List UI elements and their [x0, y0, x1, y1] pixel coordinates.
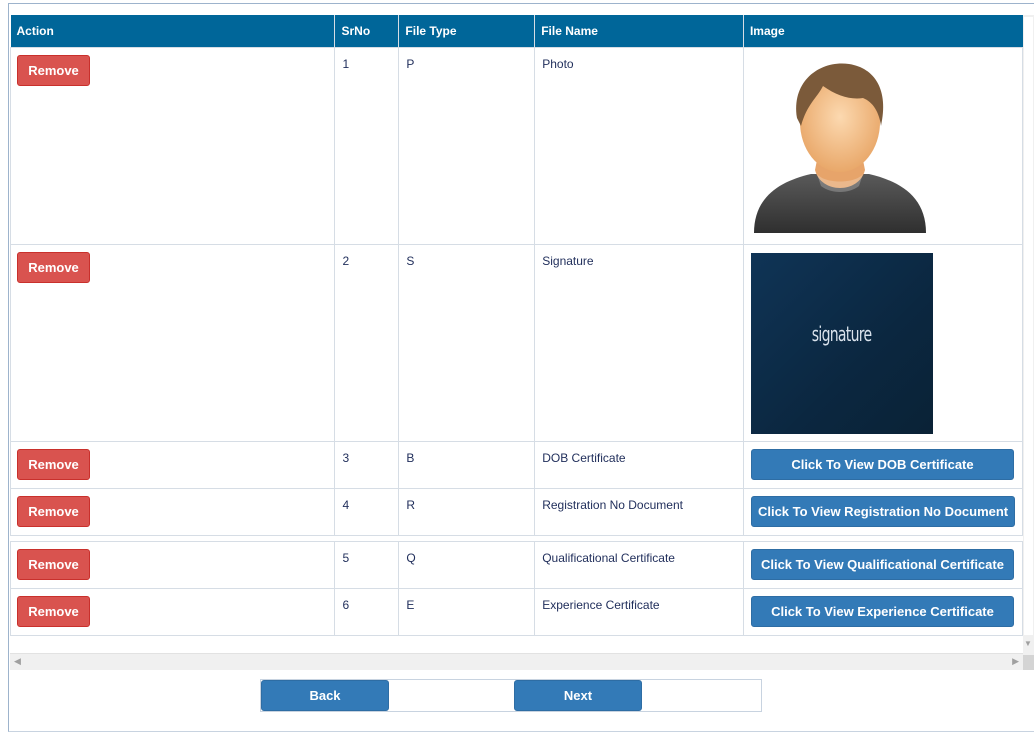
remove-button[interactable]: Remove: [17, 251, 90, 283]
action-cell: Remove: [9, 46, 336, 245]
file-name-cell: DOB Certificate: [534, 440, 744, 489]
remove-button[interactable]: Remove: [17, 595, 90, 627]
remove-button[interactable]: Remove: [17, 448, 90, 480]
file-type-cell: Q: [398, 540, 536, 589]
table-row: Remove 3 B DOB Certificate Click To View…: [9, 440, 1024, 489]
scroll-down-arrow-icon[interactable]: ▼: [1024, 639, 1032, 648]
view-dob-certificate-button[interactable]: Click To View DOB Certificate: [750, 448, 1014, 480]
scroll-right-arrow-icon[interactable]: ▶: [1012, 656, 1019, 667]
table-header-row: Action SrNo File Type File Name Image: [10, 15, 1023, 47]
next-button[interactable]: Next: [514, 680, 642, 711]
image-cell: Click To View Registration No Document: [742, 487, 1024, 536]
view-experience-certificate-button[interactable]: Click To View Experience Certificate: [750, 595, 1014, 627]
action-cell: Remove: [9, 487, 336, 536]
header-action: Action: [10, 15, 336, 47]
vertical-scrollbar-thumb[interactable]: [1024, 17, 1033, 635]
image-cell: [742, 46, 1024, 245]
documents-table: Action SrNo File Type File Name Image Re…: [9, 15, 1024, 636]
srno-cell: 1: [334, 46, 400, 245]
signature-image[interactable]: signature: [750, 252, 933, 434]
header-image: Image: [743, 15, 1023, 47]
action-cell: Remove: [9, 440, 336, 489]
action-cell: Remove: [9, 243, 336, 442]
file-type-cell: E: [398, 587, 536, 636]
remove-button[interactable]: Remove: [17, 495, 90, 527]
srno-cell: 5: [334, 540, 400, 589]
file-name-cell: Signature: [534, 243, 744, 442]
file-type-cell: R: [398, 487, 536, 536]
scroll-left-arrow-icon[interactable]: ◀: [14, 656, 21, 667]
view-qualificational-certificate-button[interactable]: Click To View Qualificational Certificat…: [750, 548, 1014, 580]
srno-cell: 4: [334, 487, 400, 536]
remove-button[interactable]: Remove: [17, 548, 90, 580]
vertical-scrollbar[interactable]: ▼: [1023, 15, 1034, 670]
person-avatar-icon[interactable]: [751, 56, 929, 238]
image-cell: Click To View DOB Certificate: [742, 440, 1024, 489]
signature-image-text: signature: [812, 322, 872, 346]
back-button[interactable]: Back: [261, 680, 389, 711]
file-type-cell: B: [398, 440, 536, 489]
action-cell: Remove: [9, 540, 336, 589]
scrollbar-corner: [1023, 655, 1034, 670]
srno-cell: 6: [334, 587, 400, 636]
remove-button[interactable]: Remove: [17, 54, 90, 86]
table-row: Remove 1 P Photo: [9, 46, 1024, 245]
file-name-cell: Registration No Document: [534, 487, 744, 536]
image-cell: signature: [742, 243, 1024, 442]
table-row: Remove 6 E Experience Certificate Click …: [9, 587, 1024, 636]
header-srno: SrNo: [334, 15, 400, 47]
horizontal-scrollbar[interactable]: ◀ ▶: [10, 653, 1023, 670]
file-type-cell: P: [398, 46, 536, 245]
table-row: Remove 4 R Registration No Document Clic…: [9, 487, 1024, 536]
image-cell: Click To View Qualificational Certificat…: [742, 540, 1024, 589]
srno-cell: 3: [334, 440, 400, 489]
header-file-name: File Name: [534, 15, 744, 47]
file-type-cell: S: [398, 243, 536, 442]
file-name-cell: Qualificational Certificate: [534, 540, 744, 589]
view-registration-document-button[interactable]: Click To View Registration No Document: [750, 495, 1015, 527]
header-file-type: File Type: [398, 15, 536, 47]
file-name-cell: Experience Certificate: [534, 587, 744, 636]
navigation-bar: Back Next: [260, 679, 762, 712]
table-row: Remove 5 Q Qualificational Certificate C…: [9, 540, 1024, 589]
srno-cell: 2: [334, 243, 400, 442]
action-cell: Remove: [9, 587, 336, 636]
file-name-cell: Photo: [534, 46, 744, 245]
image-cell: Click To View Experience Certificate: [742, 587, 1024, 636]
table-row: Remove 2 S Signature signature: [9, 243, 1024, 442]
